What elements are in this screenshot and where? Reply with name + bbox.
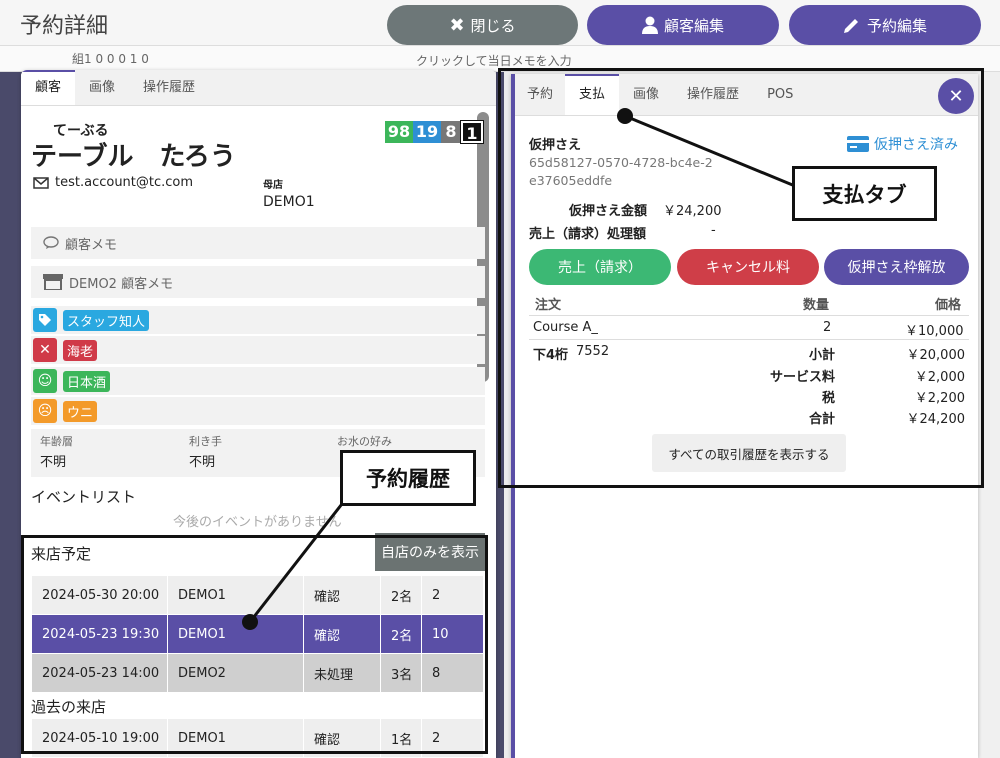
- reservation-history-leader-dot: [242, 614, 258, 630]
- reservation-history-callout: 予約履歴: [340, 450, 476, 506]
- payment-tab-callout: 支払タブ: [792, 166, 937, 221]
- annotation-lines: [242, 108, 796, 630]
- payment-tab-leader-dot: [617, 108, 633, 124]
- reservation-history-leader-line: [248, 499, 347, 623]
- payment-tab-leader-line: [624, 114, 796, 188]
